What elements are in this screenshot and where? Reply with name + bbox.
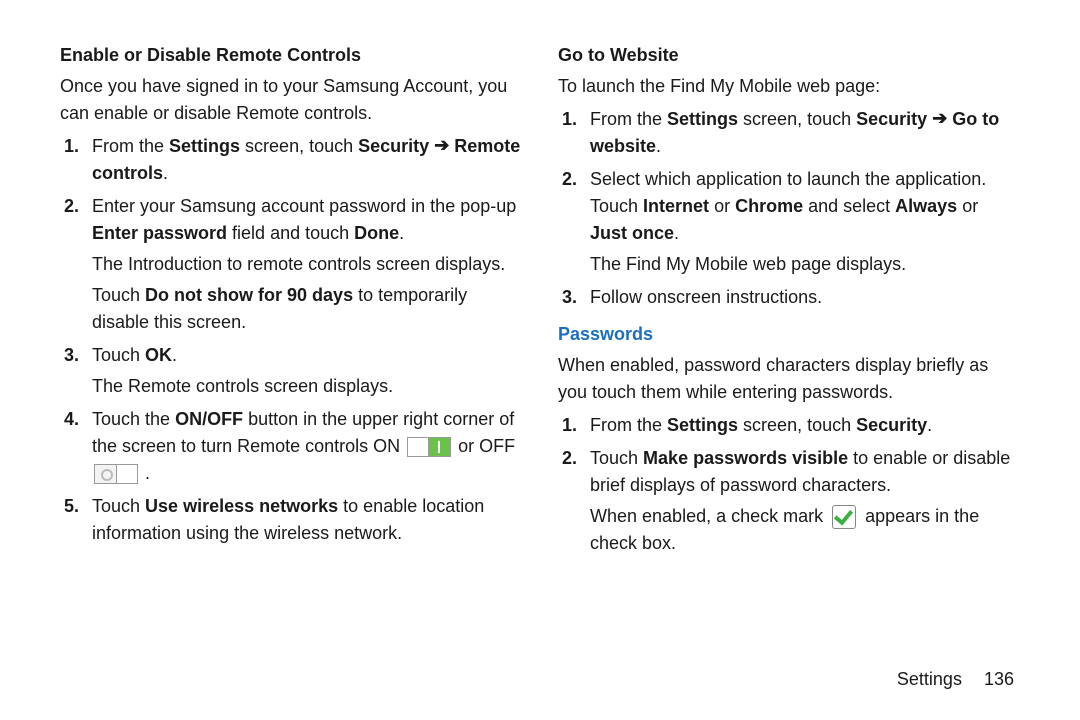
page-footer: Settings 136 <box>60 669 1020 690</box>
passwords-steps: From the Settings screen, touch Security… <box>558 412 1020 557</box>
text-bold: ON/OFF <box>175 409 243 429</box>
right-step-3: Follow onscreen instructions. <box>590 284 1020 311</box>
text: screen, touch <box>240 136 358 156</box>
text: screen, touch <box>738 109 856 129</box>
right-intro: To launch the Find My Mobile web page: <box>558 73 1020 100</box>
text: . <box>674 223 679 243</box>
text: Touch <box>92 285 145 305</box>
manual-page: Enable or Disable Remote Controls Once y… <box>0 0 1080 720</box>
text: . <box>140 463 150 483</box>
left-heading: Enable or Disable Remote Controls <box>60 42 522 69</box>
text: . <box>163 163 168 183</box>
text: Touch the <box>92 409 175 429</box>
text-bold: Settings <box>667 109 738 129</box>
text: and select <box>803 196 895 216</box>
text-bold: Just once <box>590 223 674 243</box>
text: Touch <box>92 345 145 365</box>
left-step-2: Enter your Samsung account password in t… <box>92 193 522 336</box>
text: or <box>709 196 735 216</box>
footer-page-number: 136 <box>984 669 1014 689</box>
left-intro: Once you have signed in to your Samsung … <box>60 73 522 127</box>
right-steps: From the Settings screen, touch Security… <box>558 106 1020 311</box>
text-bold: Always <box>895 196 957 216</box>
left-step-5: Touch Use wireless networks to enable lo… <box>92 493 522 547</box>
text-bold: Security <box>856 109 927 129</box>
arrow-icon: ➔ <box>434 132 449 159</box>
text: field and touch <box>227 223 354 243</box>
right-step-2-sub: The Find My Mobile web page displays. <box>590 251 1020 278</box>
text: Enter your Samsung account password in t… <box>92 196 516 216</box>
text-bold: Make passwords visible <box>643 448 848 468</box>
text: From the <box>590 415 667 435</box>
left-column: Enable or Disable Remote Controls Once y… <box>60 42 522 661</box>
passwords-section-title: Passwords <box>558 321 1020 348</box>
text: or OFF <box>453 436 515 456</box>
right-column: Go to Website To launch the Find My Mobi… <box>558 42 1020 661</box>
text-bold: Internet <box>643 196 709 216</box>
text: From the <box>590 109 667 129</box>
text: . <box>172 345 177 365</box>
toggle-on-icon <box>407 437 451 457</box>
text: Touch <box>92 496 145 516</box>
text: screen, touch <box>738 415 856 435</box>
left-step-2-sub2: Touch Do not show for 90 days to tempora… <box>92 282 522 336</box>
columns: Enable or Disable Remote Controls Once y… <box>60 42 1020 661</box>
text-bold: OK <box>145 345 172 365</box>
text-bold: Enter password <box>92 223 227 243</box>
footer-section-label: Settings <box>897 669 962 689</box>
text-bold: Security <box>358 136 429 156</box>
left-step-3-sub: The Remote controls screen displays. <box>92 373 522 400</box>
pw-step-2-sub: When enabled, a check mark appears in th… <box>590 503 1020 557</box>
text: From the <box>92 136 169 156</box>
text-bold: Settings <box>667 415 738 435</box>
checkmark-icon <box>832 505 856 529</box>
text: . <box>656 136 661 156</box>
right-heading: Go to Website <box>558 42 1020 69</box>
left-step-4: Touch the ON/OFF button in the upper rig… <box>92 406 522 487</box>
text-bold: Settings <box>169 136 240 156</box>
text: . <box>927 415 932 435</box>
text-bold: Use wireless networks <box>145 496 338 516</box>
text-bold: Done <box>354 223 399 243</box>
text: When enabled, a check mark <box>590 506 828 526</box>
pw-step-1: From the Settings screen, touch Security… <box>590 412 1020 439</box>
text-bold: Chrome <box>735 196 803 216</box>
right-step-2: Select which application to launch the a… <box>590 166 1020 278</box>
text: Touch <box>590 448 643 468</box>
text-bold: Security <box>856 415 927 435</box>
text: . <box>399 223 404 243</box>
left-steps: From the Settings screen, touch Security… <box>60 133 522 547</box>
passwords-intro: When enabled, password characters displa… <box>558 352 1020 406</box>
left-step-3: Touch OK. The Remote controls screen dis… <box>92 342 522 400</box>
arrow-icon: ➔ <box>932 105 947 132</box>
left-step-1: From the Settings screen, touch Security… <box>92 133 522 187</box>
pw-step-2: Touch Make passwords visible to enable o… <box>590 445 1020 557</box>
toggle-off-icon <box>94 464 138 484</box>
left-step-2-sub1: The Introduction to remote controls scre… <box>92 251 522 278</box>
right-step-1: From the Settings screen, touch Security… <box>590 106 1020 160</box>
text: or <box>957 196 978 216</box>
text-bold: Do not show for 90 days <box>145 285 353 305</box>
